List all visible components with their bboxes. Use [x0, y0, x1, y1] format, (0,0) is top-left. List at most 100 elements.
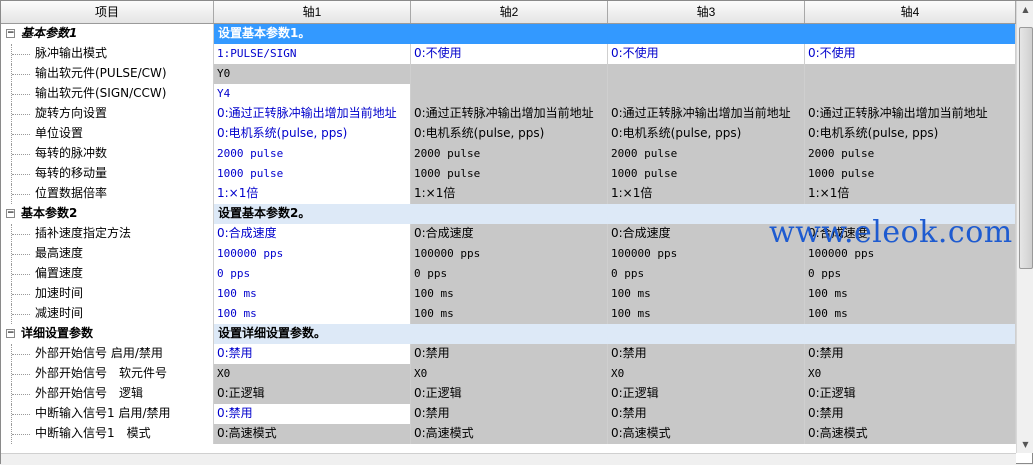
scroll-thumb[interactable] [1019, 27, 1033, 269]
axis1-value[interactable]: Y4 [214, 84, 411, 104]
param-name-cell[interactable]: 外部开始信号 启用/禁用 [1, 344, 214, 364]
axis1-value[interactable]: 100000 pps [214, 244, 411, 264]
axis3-value[interactable]: X0 [608, 364, 805, 384]
param-name-cell[interactable]: 输出软元件(PULSE/CW) [1, 64, 214, 84]
header-item[interactable]: 项目 [1, 1, 214, 23]
param-row[interactable]: 中断输入信号1 启用/禁用 0:禁用 0:禁用 0:禁用 0:禁用 [1, 404, 1016, 424]
axis3-value[interactable]: 0:电机系统(pulse, pps) [608, 124, 805, 144]
axis2-value[interactable]: 0:禁用 [411, 344, 608, 364]
param-row[interactable]: 偏置速度 0 pps 0 pps 0 pps 0 pps [1, 264, 1016, 284]
param-row[interactable]: 位置数据倍率 1:×1倍 1:×1倍 1:×1倍 1:×1倍 [1, 184, 1016, 204]
collapse-icon[interactable]: − [6, 29, 15, 38]
collapse-icon[interactable]: − [6, 329, 15, 338]
axis1-value[interactable]: 1:×1倍 [214, 184, 411, 204]
axis4-value[interactable]: 0 pps [805, 264, 1016, 284]
param-row[interactable]: 外部开始信号 逻辑 0:正逻辑 0:正逻辑 0:正逻辑 0:正逻辑 [1, 384, 1016, 404]
param-name-cell[interactable]: 每转的脉冲数 [1, 144, 214, 164]
axis4-value[interactable]: 0:禁用 [805, 404, 1016, 424]
param-name-cell[interactable]: 外部开始信号 逻辑 [1, 384, 214, 404]
param-name-cell[interactable]: 脉冲输出模式 [1, 44, 214, 64]
axis1-value[interactable]: 0:通过正转脉冲输出增加当前地址 [214, 104, 411, 124]
axis3-value[interactable]: 1:×1倍 [608, 184, 805, 204]
axis2-value[interactable]: 0:正逻辑 [411, 384, 608, 404]
param-name-cell[interactable]: 每转的移动量 [1, 164, 214, 184]
param-name-cell[interactable]: 旋转方向设置 [1, 104, 214, 124]
param-name-cell[interactable]: 中断输入信号1 模式 [1, 424, 214, 444]
param-name-cell[interactable]: 减速时间 [1, 304, 214, 324]
axis3-value[interactable]: 0:高速模式 [608, 424, 805, 444]
scroll-down-icon[interactable]: ▼ [1017, 436, 1033, 453]
param-name-cell[interactable]: 加速时间 [1, 284, 214, 304]
param-row[interactable]: 单位设置 0:电机系统(pulse, pps) 0:电机系统(pulse, pp… [1, 124, 1016, 144]
scroll-up-icon[interactable]: ▲ [1017, 1, 1033, 18]
param-name-cell[interactable]: 输出软元件(SIGN/CCW) [1, 84, 214, 104]
axis1-value[interactable]: 100 ms [214, 284, 411, 304]
header-axis4[interactable]: 轴4 [805, 1, 1016, 23]
param-row[interactable]: 每转的脉冲数 2000 pulse 2000 pulse 2000 pulse … [1, 144, 1016, 164]
param-name-cell[interactable]: 中断输入信号1 启用/禁用 [1, 404, 214, 424]
header-axis1[interactable]: 轴1 [214, 1, 411, 23]
axis1-value[interactable]: 0:合成速度 [214, 224, 411, 244]
group-name-cell[interactable]: − 基本参数1 [1, 24, 214, 44]
axis2-value[interactable]: 1:×1倍 [411, 184, 608, 204]
axis1-value[interactable]: Y0 [214, 64, 411, 84]
param-row[interactable]: 外部开始信号 软元件号 X0 X0 X0 X0 [1, 364, 1016, 384]
axis2-value[interactable]: 1000 pulse [411, 164, 608, 184]
axis3-value[interactable]: 0:不使用 [608, 44, 805, 64]
axis3-value[interactable]: 100 ms [608, 304, 805, 324]
param-row[interactable]: 输出软元件(SIGN/CCW) Y4 [1, 84, 1016, 104]
axis4-value[interactable]: 100 ms [805, 284, 1016, 304]
group-row-detail[interactable]: − 详细设置参数 设置详细设置参数。 [1, 324, 1016, 344]
axis4-value[interactable]: 0:不使用 [805, 44, 1016, 64]
group-row-basic1[interactable]: − 基本参数1 设置基本参数1。 [1, 24, 1016, 44]
axis3-value[interactable]: 0:正逻辑 [608, 384, 805, 404]
axis3-value[interactable]: 0:通过正转脉冲输出增加当前地址 [608, 104, 805, 124]
param-row[interactable]: 每转的移动量 1000 pulse 1000 pulse 1000 pulse … [1, 164, 1016, 184]
axis1-value[interactable]: 1:PULSE/SIGN [214, 44, 411, 64]
param-name-cell[interactable]: 外部开始信号 软元件号 [1, 364, 214, 384]
axis4-value[interactable]: 0:电机系统(pulse, pps) [805, 124, 1016, 144]
axis1-value[interactable]: 100 ms [214, 304, 411, 324]
axis2-value[interactable]: 100 ms [411, 284, 608, 304]
vertical-scrollbar[interactable]: ▲ ▼ [1016, 1, 1033, 453]
param-name-cell[interactable]: 单位设置 [1, 124, 214, 144]
header-axis2[interactable]: 轴2 [411, 1, 608, 23]
param-row[interactable]: 中断输入信号1 模式 0:高速模式 0:高速模式 0:高速模式 0:高速模式 [1, 424, 1016, 444]
axis1-value[interactable]: 0:禁用 [214, 404, 411, 424]
header-axis3[interactable]: 轴3 [608, 1, 805, 23]
axis2-value[interactable]: 100000 pps [411, 244, 608, 264]
axis1-value[interactable]: 0:正逻辑 [214, 384, 411, 404]
axis3-value[interactable]: 2000 pulse [608, 144, 805, 164]
axis4-value[interactable]: 1:×1倍 [805, 184, 1016, 204]
axis2-value[interactable]: 0:禁用 [411, 404, 608, 424]
axis2-value[interactable]: 0 pps [411, 264, 608, 284]
horizontal-scrollbar[interactable] [1, 453, 1016, 465]
axis2-value[interactable]: 0:通过正转脉冲输出增加当前地址 [411, 104, 608, 124]
axis2-value[interactable]: 0:高速模式 [411, 424, 608, 444]
axis1-value[interactable]: X0 [214, 364, 411, 384]
axis3-value[interactable]: 0 pps [608, 264, 805, 284]
axis2-value[interactable]: 0:合成速度 [411, 224, 608, 244]
axis3-value[interactable]: 0:禁用 [608, 404, 805, 424]
axis2-value[interactable]: 0:不使用 [411, 44, 608, 64]
param-name-cell[interactable]: 最高速度 [1, 244, 214, 264]
group-name-cell[interactable]: − 详细设置参数 [1, 324, 214, 344]
axis1-value[interactable]: 1000 pulse [214, 164, 411, 184]
axis1-value[interactable]: 0 pps [214, 264, 411, 284]
axis1-value[interactable]: 0:电机系统(pulse, pps) [214, 124, 411, 144]
axis4-value[interactable]: 100 ms [805, 304, 1016, 324]
axis4-value[interactable]: 0:禁用 [805, 344, 1016, 364]
param-row[interactable]: 旋转方向设置 0:通过正转脉冲输出增加当前地址 0:通过正转脉冲输出增加当前地址… [1, 104, 1016, 124]
axis4-value[interactable]: X0 [805, 364, 1016, 384]
axis4-value[interactable]: 1000 pulse [805, 164, 1016, 184]
param-row[interactable]: 外部开始信号 启用/禁用 0:禁用 0:禁用 0:禁用 0:禁用 [1, 344, 1016, 364]
param-name-cell[interactable]: 位置数据倍率 [1, 184, 214, 204]
axis1-value[interactable]: 0:禁用 [214, 344, 411, 364]
param-row[interactable]: 加速时间 100 ms 100 ms 100 ms 100 ms [1, 284, 1016, 304]
axis4-value[interactable]: 2000 pulse [805, 144, 1016, 164]
axis4-value[interactable]: 0:正逻辑 [805, 384, 1016, 404]
group-name-cell[interactable]: − 基本参数2 [1, 204, 214, 224]
param-row[interactable]: 输出软元件(PULSE/CW) Y0 [1, 64, 1016, 84]
axis2-value[interactable]: 0:电机系统(pulse, pps) [411, 124, 608, 144]
axis2-value[interactable]: 100 ms [411, 304, 608, 324]
